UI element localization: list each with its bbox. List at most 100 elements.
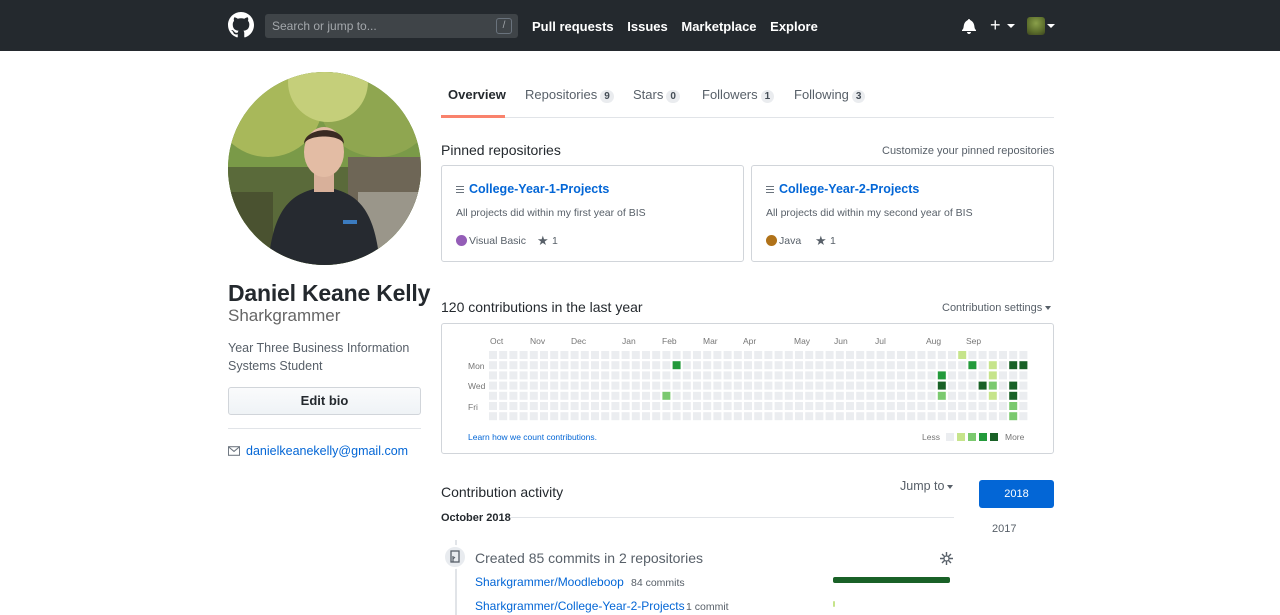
contribution-day[interactable] — [703, 351, 712, 359]
contribution-day[interactable] — [662, 412, 671, 421]
contribution-day[interactable] — [580, 351, 589, 359]
contribution-day[interactable] — [754, 381, 763, 390]
contribution-day[interactable] — [948, 381, 956, 390]
contribution-day[interactable] — [1019, 412, 1028, 421]
contribution-day[interactable] — [499, 351, 508, 359]
contribution-day[interactable] — [723, 371, 732, 380]
contribution-day[interactable] — [642, 402, 650, 410]
contribution-day[interactable] — [693, 412, 701, 421]
contribution-day[interactable] — [591, 371, 599, 380]
contribution-day[interactable] — [907, 412, 916, 421]
contribution-day[interactable] — [784, 351, 793, 359]
contribution-day[interactable] — [825, 402, 834, 410]
contribution-day[interactable] — [713, 402, 722, 410]
tab-stars[interactable]: Stars 0 — [633, 87, 680, 103]
contribution-day[interactable] — [927, 391, 936, 400]
year-2018-button[interactable]: 2018 — [979, 480, 1054, 508]
contribution-day[interactable] — [570, 381, 579, 390]
contribution-day[interactable] — [1009, 412, 1018, 421]
contribution-day[interactable] — [805, 402, 814, 410]
contribution-day[interactable] — [693, 391, 701, 400]
contribution-day[interactable] — [927, 381, 936, 390]
contribution-day[interactable] — [866, 412, 875, 421]
contribution-day[interactable] — [764, 371, 773, 380]
contribution-day[interactable] — [866, 371, 875, 380]
contribution-day[interactable] — [652, 371, 661, 380]
tab-repositories[interactable]: Repositories 9 — [525, 87, 614, 103]
contribution-day[interactable] — [591, 402, 599, 410]
tab-following[interactable]: Following 3 — [794, 87, 866, 103]
contribution-day[interactable] — [825, 351, 834, 359]
pinned-repo-link[interactable]: College-Year-2-Projects — [779, 182, 919, 196]
contribution-day[interactable] — [682, 391, 691, 400]
contribution-day[interactable] — [825, 412, 834, 421]
contribution-day[interactable] — [499, 361, 508, 370]
contribution-day[interactable] — [509, 361, 518, 370]
contribution-day[interactable] — [499, 412, 508, 421]
contribution-day[interactable] — [876, 361, 885, 370]
contribution-day[interactable] — [907, 351, 916, 359]
contribution-day[interactable] — [580, 381, 589, 390]
contribution-day[interactable] — [591, 351, 599, 359]
contribution-day[interactable] — [876, 412, 885, 421]
contribution-day[interactable] — [999, 402, 1007, 410]
contribution-day[interactable] — [876, 371, 885, 380]
contribution-day[interactable] — [978, 391, 987, 400]
contribution-day[interactable] — [1019, 391, 1028, 400]
contribution-day[interactable] — [917, 381, 926, 390]
contribution-day[interactable] — [835, 381, 844, 390]
contribution-day[interactable] — [866, 381, 875, 390]
contribution-day[interactable] — [948, 402, 956, 410]
contribution-day[interactable] — [672, 361, 681, 370]
contribution-day[interactable] — [937, 381, 946, 390]
contribution-day[interactable] — [693, 361, 701, 370]
search-input[interactable] — [265, 14, 490, 38]
contribution-day[interactable] — [988, 381, 997, 390]
contribution-day[interactable] — [856, 391, 865, 400]
contribution-day[interactable] — [733, 412, 742, 421]
contribution-day[interactable] — [958, 371, 967, 380]
contribution-day[interactable] — [815, 402, 824, 410]
contribution-day[interactable] — [550, 381, 559, 390]
contribution-day[interactable] — [682, 402, 691, 410]
contribution-day[interactable] — [509, 381, 518, 390]
contribution-day[interactable] — [591, 391, 599, 400]
contribution-day[interactable] — [825, 361, 834, 370]
collapse-icon[interactable] — [940, 552, 953, 565]
contribution-day[interactable] — [693, 371, 701, 380]
contribution-day[interactable] — [733, 371, 742, 380]
contribution-day[interactable] — [764, 412, 773, 421]
contribution-day[interactable] — [529, 402, 538, 410]
contribution-day[interactable] — [866, 361, 875, 370]
contribution-day[interactable] — [856, 351, 865, 359]
contribution-day[interactable] — [744, 391, 752, 400]
contribution-day[interactable] — [907, 361, 916, 370]
contribution-day[interactable] — [897, 412, 905, 421]
contribution-day[interactable] — [713, 351, 722, 359]
contribution-day[interactable] — [550, 391, 559, 400]
contribution-day[interactable] — [815, 412, 824, 421]
contribution-day[interactable] — [550, 402, 559, 410]
contribution-day[interactable] — [1019, 351, 1028, 359]
contribution-day[interactable] — [560, 371, 569, 380]
contribution-day[interactable] — [825, 381, 834, 390]
contribution-day[interactable] — [519, 351, 528, 359]
edit-bio-button[interactable]: Edit bio — [228, 387, 421, 415]
contribution-day[interactable] — [489, 351, 497, 359]
contribution-day[interactable] — [917, 371, 926, 380]
tab-followers[interactable]: Followers 1 — [702, 87, 775, 103]
contribution-day[interactable] — [948, 371, 956, 380]
contribution-day[interactable] — [988, 412, 997, 421]
contribution-day[interactable] — [611, 361, 620, 370]
contribution-day[interactable] — [540, 371, 548, 380]
contribution-day[interactable] — [917, 351, 926, 359]
contribution-day[interactable] — [713, 361, 722, 370]
contribution-day[interactable] — [897, 391, 905, 400]
bell-icon[interactable] — [962, 18, 976, 34]
contribution-day[interactable] — [611, 351, 620, 359]
contribution-day[interactable] — [978, 361, 987, 370]
contribution-day[interactable] — [652, 351, 661, 359]
contribution-day[interactable] — [754, 361, 763, 370]
contribution-day[interactable] — [682, 412, 691, 421]
contribution-day[interactable] — [652, 361, 661, 370]
